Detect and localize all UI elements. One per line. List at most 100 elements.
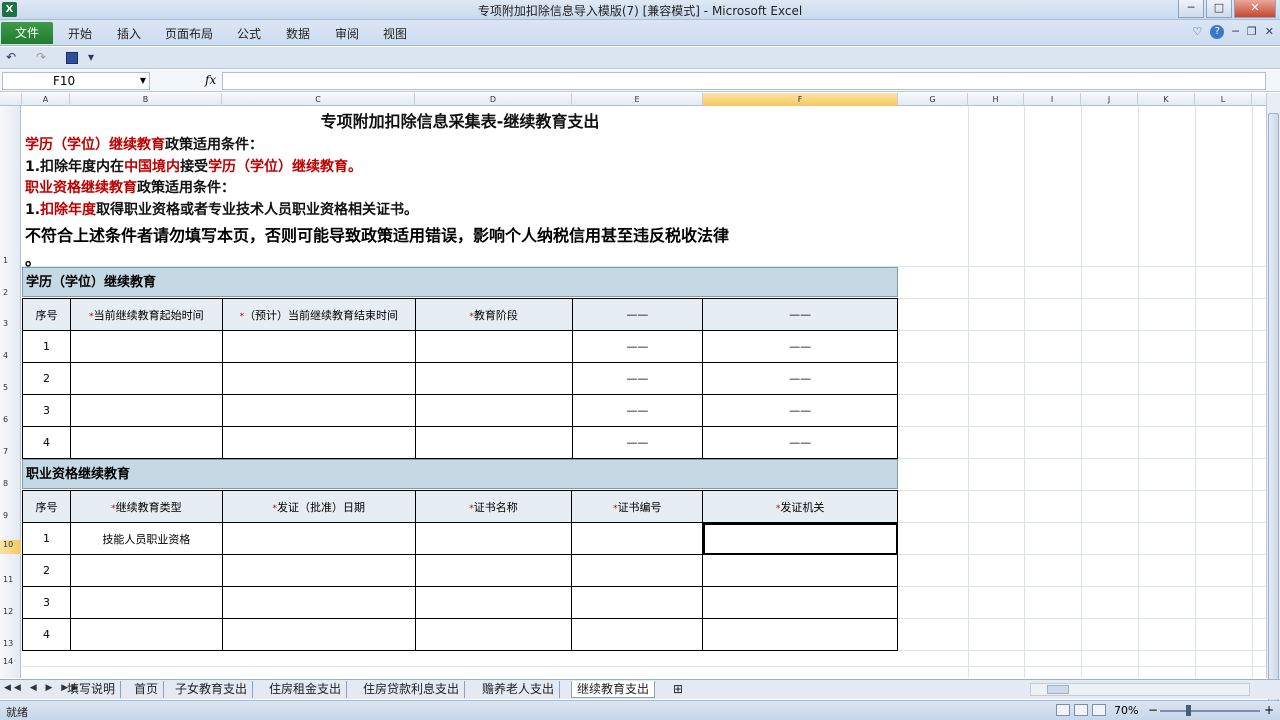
sheet-tab[interactable]: 住房贷款利息支出: [358, 681, 466, 698]
redo-icon[interactable]: ↷: [36, 50, 46, 64]
header-cell[interactable]: *证书编号: [571, 490, 704, 523]
table-cell[interactable]: [571, 618, 704, 651]
table-cell[interactable]: ——: [571, 394, 704, 427]
header-cell[interactable]: *发证（批准）日期: [221, 490, 416, 523]
table-cell[interactable]: [221, 330, 416, 363]
column-header[interactable]: F: [703, 93, 898, 106]
zoom-out-button[interactable]: −: [1148, 703, 1158, 717]
header-cell[interactable]: *证书名称: [414, 490, 573, 523]
header-cell[interactable]: *当前继续教育起始时间: [69, 298, 223, 331]
tab-formulas[interactable]: 公式: [237, 25, 261, 42]
customize-qat-icon[interactable]: ▾: [88, 50, 94, 64]
minimize-button[interactable]: ─: [1178, 0, 1204, 18]
header-cell[interactable]: *教育阶段: [414, 298, 573, 331]
insert-function-icon[interactable]: fx: [205, 73, 216, 87]
table-cell[interactable]: 2: [22, 362, 71, 395]
maximize-button[interactable]: □: [1206, 0, 1232, 18]
name-box[interactable]: F10 ▼: [2, 72, 150, 90]
vertical-scroll-thumb[interactable]: [1268, 113, 1279, 713]
tab-review[interactable]: 审阅: [335, 25, 359, 42]
row-header[interactable]: 13: [0, 639, 21, 648]
tab-home[interactable]: 开始: [68, 25, 92, 42]
table-cell[interactable]: [414, 522, 573, 555]
column-header[interactable]: D: [415, 93, 572, 106]
table-cell[interactable]: 2: [22, 554, 71, 587]
table-cell[interactable]: [69, 394, 223, 427]
vertical-scrollbar[interactable]: [1266, 93, 1280, 713]
column-header[interactable]: K: [1138, 93, 1195, 106]
table-cell[interactable]: [414, 394, 573, 427]
horizontal-scroll-thumb[interactable]: [1047, 685, 1069, 694]
table-cell[interactable]: ——: [571, 362, 704, 395]
table-cell[interactable]: [221, 554, 416, 587]
tab-data[interactable]: 数据: [286, 25, 310, 42]
tab-insert[interactable]: 插入: [117, 25, 141, 42]
new-sheet-icon[interactable]: ⊞: [668, 681, 688, 698]
table-cell[interactable]: [69, 330, 223, 363]
column-header[interactable]: L: [1195, 93, 1252, 106]
table-cell[interactable]: [414, 618, 573, 651]
table-cell[interactable]: [414, 586, 573, 619]
table-cell[interactable]: [414, 362, 573, 395]
header-cell[interactable]: *（预计）当前继续教育结束时间: [221, 298, 416, 331]
sheet-tab-active[interactable]: 继续教育支出: [571, 681, 656, 698]
row-header[interactable]: 4: [0, 351, 21, 360]
tab-view[interactable]: 视图: [383, 25, 407, 42]
zoom-slider-thumb[interactable]: [1186, 705, 1191, 716]
row-header[interactable]: 7: [0, 447, 21, 456]
row-header[interactable]: 12: [0, 607, 21, 616]
table-cell[interactable]: 4: [22, 426, 71, 459]
formula-input[interactable]: [222, 72, 1266, 90]
table-cell[interactable]: [414, 330, 573, 363]
table-cell[interactable]: [571, 554, 704, 587]
table-cell[interactable]: [69, 554, 223, 587]
row-header[interactable]: 10: [0, 540, 21, 554]
table-cell[interactable]: 3: [22, 586, 71, 619]
page-break-view-icon[interactable]: [1092, 704, 1106, 716]
horizontal-scrollbar[interactable]: [1030, 683, 1250, 696]
row-header[interactable]: 2: [0, 288, 21, 297]
table-cell[interactable]: [571, 522, 704, 555]
table-cell[interactable]: [221, 394, 416, 427]
table-cell[interactable]: ——: [702, 362, 898, 395]
header-cell[interactable]: *继续教育类型: [69, 490, 223, 523]
table-cell[interactable]: 技能人员职业资格: [69, 522, 223, 555]
sheet-tab[interactable]: 赡养老人支出: [477, 681, 561, 698]
undo-icon[interactable]: ↶: [6, 50, 16, 64]
table-cell[interactable]: [221, 522, 416, 555]
table-cell[interactable]: [702, 554, 898, 587]
table-cell[interactable]: 1: [22, 330, 71, 363]
tab-file[interactable]: 文件: [1, 22, 53, 44]
save-icon[interactable]: [66, 52, 78, 64]
header-cell[interactable]: ——: [571, 298, 704, 331]
section-header-professional[interactable]: 职业资格继续教育: [22, 459, 898, 489]
table-cell[interactable]: [571, 586, 704, 619]
minimize-ribbon-icon[interactable]: ♡: [1192, 25, 1202, 39]
title-cell[interactable]: 专项附加扣除信息采集表-继续教育支出 学历（学位）继续教育政策适用条件： 1.扣…: [22, 106, 898, 269]
chevron-down-icon[interactable]: ▼: [140, 73, 146, 89]
sheet-tab[interactable]: 首页: [129, 681, 165, 698]
doc-restore-icon[interactable]: ❐: [1247, 25, 1257, 39]
sheet-tab[interactable]: 住房租金支出: [264, 681, 348, 698]
table-cell[interactable]: [221, 362, 416, 395]
row-header[interactable]: 14: [0, 657, 21, 666]
zoom-slider[interactable]: [1160, 710, 1260, 712]
row-header[interactable]: 8: [0, 479, 21, 488]
select-all-corner[interactable]: [0, 93, 22, 106]
table-cell[interactable]: 1: [22, 522, 71, 555]
table-cell[interactable]: 4: [22, 618, 71, 651]
column-header[interactable]: I: [1024, 93, 1081, 106]
row-header[interactable]: 9: [0, 511, 21, 520]
table-cell[interactable]: ——: [571, 330, 704, 363]
row-header[interactable]: 1: [0, 256, 21, 265]
zoom-in-button[interactable]: +: [1264, 703, 1274, 717]
sheet-tab[interactable]: 子女教育支出: [170, 681, 254, 698]
table-cell[interactable]: 3: [22, 394, 71, 427]
table-cell[interactable]: ——: [702, 330, 898, 363]
column-header[interactable]: A: [22, 93, 70, 106]
row-header[interactable]: 5: [0, 383, 21, 392]
header-cell[interactable]: 序号: [22, 490, 71, 523]
sheet-tab[interactable]: 填写说明: [62, 681, 122, 698]
table-cell[interactable]: [221, 618, 416, 651]
header-cell[interactable]: ——: [702, 298, 898, 331]
